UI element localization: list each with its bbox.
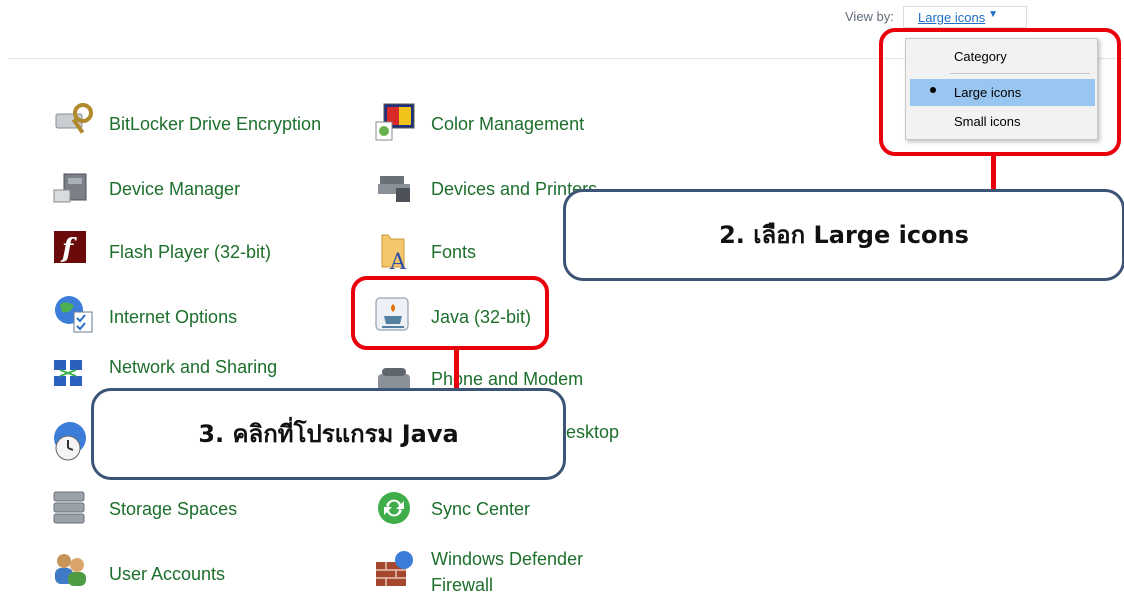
network-icon (54, 360, 82, 386)
annotation-connector-step3 (454, 348, 459, 390)
cp-label-device-manager: Device Manager (109, 179, 241, 199)
cp-item-internet-options[interactable]: Internet Options (52, 294, 312, 344)
internet-options-globe-icon (55, 296, 93, 333)
cp-label-storage-spaces: Storage Spaces (109, 499, 238, 519)
annotation-connector-step2 (991, 154, 996, 190)
callout-step3: 3. คลิกที่โปรแกรม Java (91, 388, 566, 480)
user-accounts-icon (55, 554, 86, 586)
cp-item-color-management[interactable]: Color Management (374, 100, 634, 150)
callout-step2: 2. เลือก Large icons (563, 189, 1124, 281)
clock-globe-icon (54, 422, 86, 461)
cp-item-flash-player[interactable]: f Flash Player (32-bit) (52, 229, 312, 279)
cp-item-device-manager[interactable]: Device Manager (52, 166, 312, 216)
cp-label-bitlocker: BitLocker Drive Encryption (109, 114, 322, 134)
bitlocker-key-icon (55, 103, 93, 134)
cp-label-flash-player: Flash Player (32-bit) (109, 242, 272, 262)
cp-item-storage-spaces[interactable]: Storage Spaces (52, 486, 312, 536)
cp-item-bitlocker[interactable]: BitLocker Drive Encryption (52, 100, 352, 150)
device-manager-icon (53, 173, 87, 203)
cp-item-windows-defender[interactable]: Windows Defender Firewall (374, 548, 614, 594)
printer-icon (378, 176, 410, 202)
cp-label-windows-defender-line1: Windows Defender (431, 549, 584, 569)
cp-item-sync-center[interactable]: Sync Center (374, 486, 574, 536)
cp-item-date-time[interactable] (52, 418, 96, 468)
cp-item-user-accounts[interactable]: User Accounts (52, 551, 312, 594)
cp-label-fonts: Fonts (431, 242, 477, 262)
annotation-highlight-java (351, 276, 549, 350)
cp-label-windows-defender-line2: Firewall (431, 575, 494, 594)
view-by-label: View by: (845, 9, 894, 24)
annotation-highlight-dropdown (879, 28, 1121, 156)
color-management-icon (375, 103, 415, 141)
cp-label-sync-center: Sync Center (431, 499, 531, 519)
svg-text:A: A (389, 250, 407, 273)
chevron-down-icon: ▼ (988, 9, 998, 20)
firewall-icon (376, 551, 413, 586)
fonts-folder-icon: A (381, 234, 407, 273)
cp-label-user-accounts: User Accounts (109, 564, 226, 584)
view-by-select[interactable]: Large icons ▼ (903, 6, 1027, 28)
cp-label-internet-options: Internet Options (109, 307, 238, 327)
cp-label-network-sharing: Network and Sharing (109, 357, 278, 377)
storage-drives-icon (53, 491, 85, 524)
flash-player-icon: f (54, 231, 86, 264)
cp-label-color-management: Color Management (431, 114, 585, 134)
cp-item-fonts[interactable]: A Fonts (374, 229, 534, 279)
view-by-value: Large icons (918, 10, 986, 25)
sync-icon (378, 492, 410, 524)
